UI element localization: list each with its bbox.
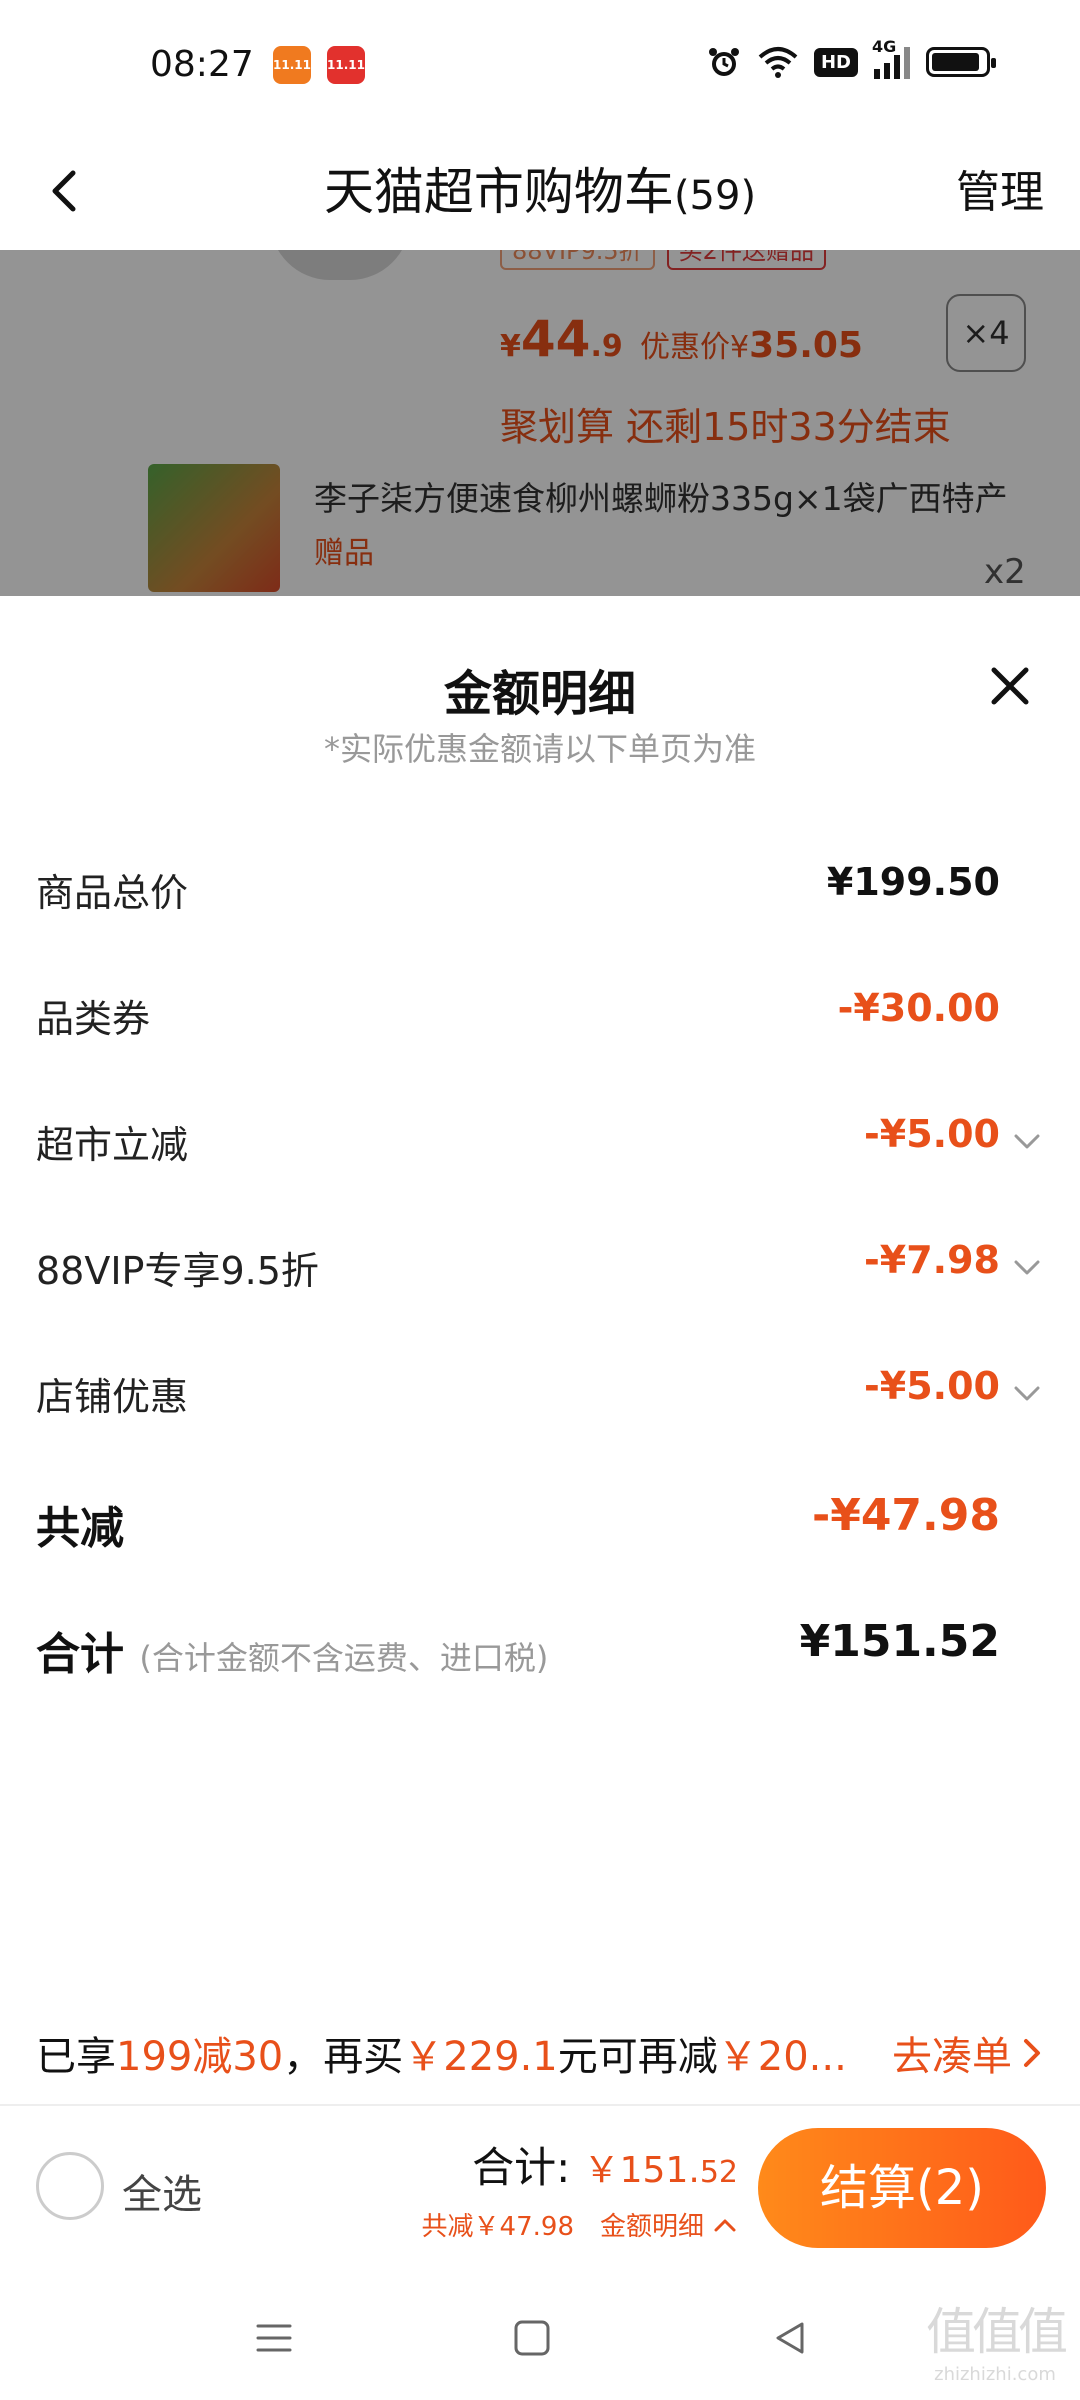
select-all-label[interactable]: 全选 (122, 2162, 202, 2220)
page-title-text: 天猫超市购物车 (323, 163, 674, 221)
sub-line: 共减￥47.98 金额明细 (422, 2206, 738, 2243)
sheet-title: 金额明细 (443, 666, 636, 722)
row-label: 合计 (合计金额不含运费、进口税) (36, 1618, 548, 1682)
row-store-discount[interactable]: 店铺优惠 -¥5.00 (36, 1350, 1044, 1430)
checkout-button[interactable]: 结算(2) (758, 2128, 1046, 2248)
row-label: 商品总价 (36, 871, 189, 915)
home-square-icon (514, 2320, 550, 2356)
chevron-up-icon (714, 2219, 736, 2231)
sum-symbol: ￥ (583, 2150, 620, 2191)
sum-amount: ￥151.52 (584, 2150, 738, 2191)
row-total-reduction: 共减 -¥47.98 (36, 1476, 1044, 1556)
cart-count: (59) (673, 173, 757, 219)
row-value: ¥199.50 (826, 860, 1000, 904)
price-detail-label: 金额明细 (599, 2212, 704, 2242)
total-label: 合计 (36, 1629, 124, 1680)
close-button[interactable] (980, 656, 1040, 716)
watermark-logo: 值值值 zhizhizhi.com (920, 2292, 1070, 2385)
status-bar: 08:27 11.11 11.11 HD 4G (0, 0, 1080, 130)
add-items-link[interactable]: 去凑单 (892, 2024, 1044, 2082)
sum-int: 151. (619, 2150, 700, 2191)
promo-text: 已享 (36, 2034, 116, 2080)
row-value: -¥47.98 (811, 1490, 1000, 1541)
promo-applied: 199减30 (116, 2034, 284, 2080)
promo-text: ，再买 (283, 2034, 404, 2080)
watermark-url: zhizhizhi.com (934, 2364, 1056, 2385)
sheet-subtitle: *实际优惠金额请以下单页为准 (323, 730, 756, 768)
row-vip-discount[interactable]: 88VIP专享9.5折 -¥7.98 (36, 1224, 1044, 1304)
manage-button[interactable]: 管理 (956, 156, 1044, 220)
tmall-notification-icon: 11.11 (327, 46, 365, 84)
row-value: ¥151.52 (799, 1616, 1000, 1667)
row-value: -¥30.00 (837, 986, 1000, 1030)
page-header: 天猫超市购物车(59) 管理 (0, 130, 1080, 250)
row-grand-total: 合计 (合计金额不含运费、进口税) ¥151.52 (36, 1602, 1044, 1682)
wifi-icon (756, 45, 800, 79)
chevron-down-icon[interactable] (1010, 1376, 1044, 1410)
watermark-text: 值值值 (926, 2303, 1068, 2361)
row-label: 超市立减 (36, 1123, 189, 1167)
promo-text: 元可再减 (557, 2034, 718, 2080)
status-time: 08:27 (150, 44, 254, 85)
chevron-down-icon[interactable] (1010, 1124, 1044, 1158)
row-label: 88VIP专享9.5折 (36, 1249, 319, 1293)
promo-line: 已享199减30，再买￥229.1元可再减￥20... (36, 2024, 847, 2082)
row-category-coupon: 品类券 -¥30.00 (36, 972, 1044, 1052)
reduced-amount: 共减￥47.98 (421, 2212, 574, 2242)
row-value: -¥7.98 (864, 1238, 1000, 1282)
add-items-label: 去凑单 (892, 2034, 1012, 2080)
badge-1-text: 11.11 (273, 58, 311, 72)
battery-icon (926, 47, 996, 77)
select-all-checkbox[interactable] (36, 2152, 104, 2220)
status-icons: HD 4G (706, 37, 996, 80)
menu-button[interactable] (244, 2308, 304, 2368)
row-label: 品类券 (36, 997, 151, 1041)
row-value: -¥5.00 (864, 1112, 1000, 1156)
row-supermarket-discount[interactable]: 超市立减 -¥5.00 (36, 1098, 1044, 1178)
row-value: -¥5.00 (864, 1364, 1000, 1408)
close-icon (991, 667, 1029, 705)
system-nav-bar: 值值值 zhizhizhi.com (0, 2276, 1080, 2400)
badge-2-text: 11.11 (327, 58, 365, 72)
chevron-right-icon (1024, 2039, 1040, 2067)
menu-icon (256, 2324, 292, 2352)
alarm-icon (706, 44, 742, 80)
taobao-notification-icon: 11.11 (273, 46, 311, 84)
sum-line: 合计: ￥151.52 (472, 2134, 738, 2195)
hd-icon: HD (813, 47, 858, 77)
home-button[interactable] (502, 2308, 562, 2368)
sum-dec: 52 (699, 2155, 738, 2190)
sum-label: 合计: (472, 2143, 571, 2192)
row-label: 共减 (36, 1503, 124, 1554)
promo-amount-needed: ￥229.1 (403, 2034, 558, 2080)
back-nav-button[interactable] (760, 2308, 820, 2368)
promo-further-discount: ￥20... (717, 2034, 847, 2080)
back-triangle-icon (776, 2322, 804, 2354)
price-detail-toggle[interactable]: 金额明细 (600, 2206, 738, 2243)
modal-overlay[interactable] (0, 250, 1080, 596)
chevron-down-icon[interactable] (1010, 1250, 1044, 1284)
page-title: 天猫超市购物车(59) (0, 152, 1080, 224)
signal-icon: 4G (872, 37, 912, 79)
row-total-price: 商品总价 ¥199.50 (36, 846, 1044, 926)
checkout-bar: 全选 合计: ￥151.52 共减￥47.98 金额明细 结算(2) (0, 2104, 1080, 2276)
network-type: 4G (872, 37, 897, 56)
row-label: 店铺优惠 (36, 1375, 189, 1419)
total-note: (合计金额不含运费、进口税) (139, 1639, 549, 1677)
